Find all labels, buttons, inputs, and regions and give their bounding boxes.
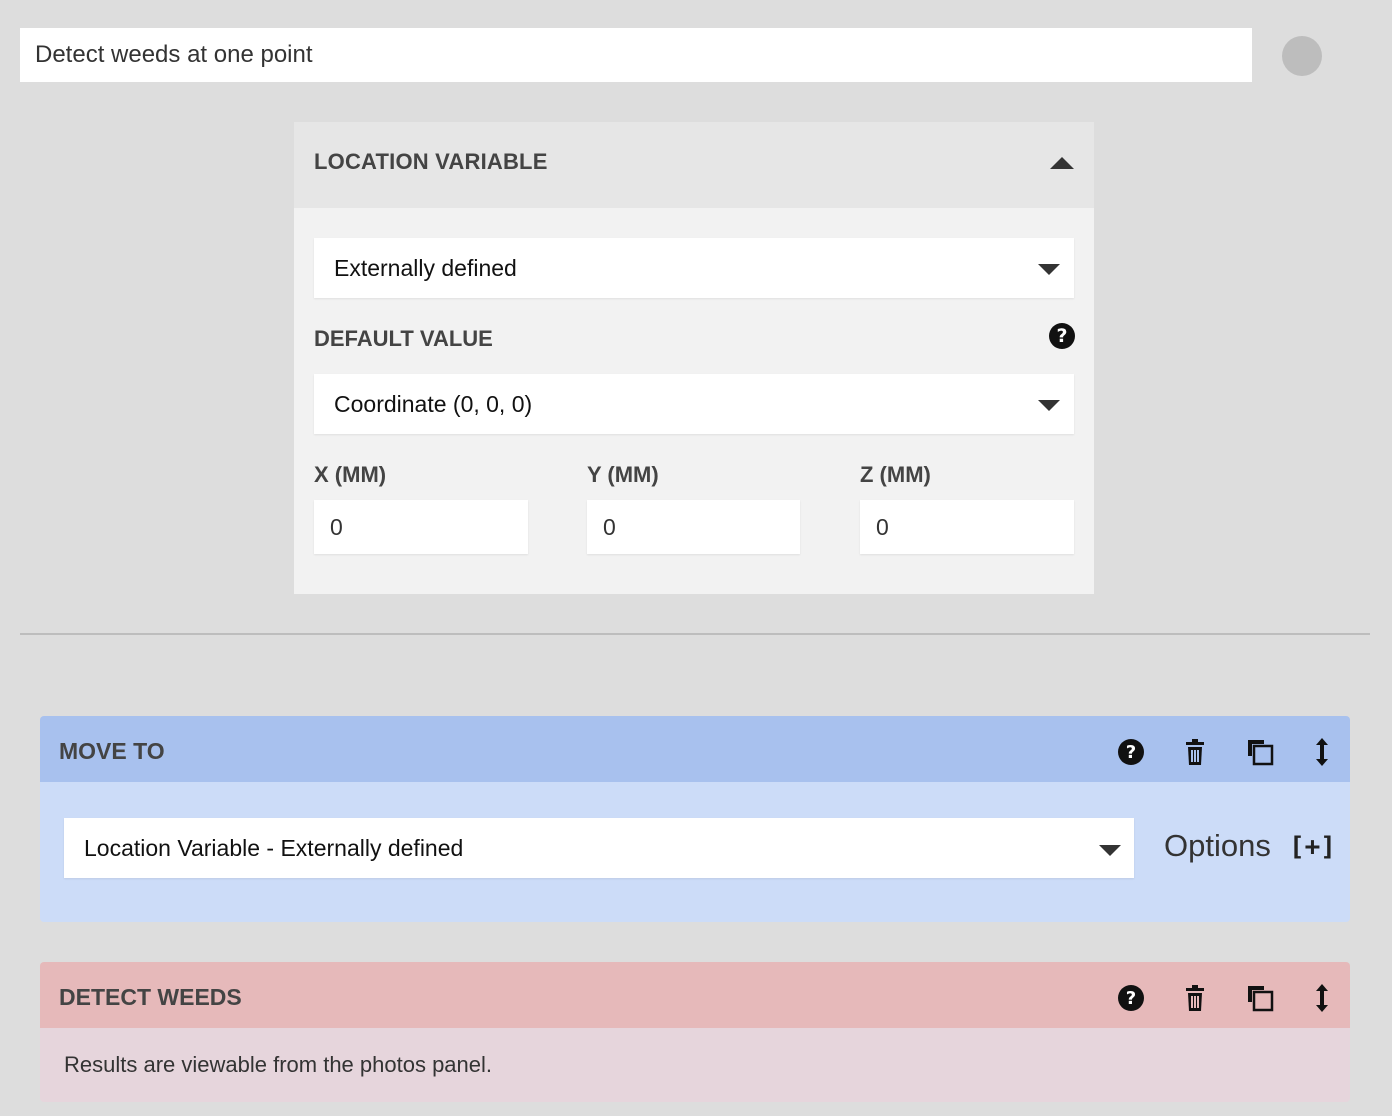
detect-weeds-step-header: DETECT WEEDS ? bbox=[40, 962, 1350, 1028]
move-to-location-selected: Location Variable - Externally defined bbox=[84, 818, 463, 878]
help-icon[interactable]: ? bbox=[1049, 323, 1075, 349]
z-coordinate-input[interactable] bbox=[860, 500, 1074, 554]
detect-weeds-step-body: Results are viewable from the photos pan… bbox=[40, 1028, 1350, 1102]
x-field-label: X (MM) bbox=[314, 462, 386, 488]
sequence-editor: LOCATION VARIABLE Externally defined DEF… bbox=[0, 0, 1392, 1116]
location-variable-header[interactable]: LOCATION VARIABLE bbox=[294, 122, 1094, 208]
default-value-dropdown[interactable]: Coordinate (0, 0, 0) bbox=[314, 374, 1074, 434]
x-coordinate-input[interactable] bbox=[314, 500, 528, 554]
svg-text:?: ? bbox=[1126, 742, 1136, 763]
move-to-step-body: Location Variable - Externally defined O… bbox=[40, 782, 1350, 922]
move-to-step-title: MOVE TO bbox=[59, 716, 165, 786]
chevron-down-icon bbox=[1038, 264, 1060, 275]
detect-weeds-step: DETECT WEEDS ? Results are viewable from… bbox=[40, 962, 1350, 1102]
chevron-down-icon bbox=[1038, 400, 1060, 411]
detect-weeds-description: Results are viewable from the photos pan… bbox=[64, 1052, 492, 1078]
sequence-name-input[interactable] bbox=[20, 28, 1252, 82]
y-coordinate-input[interactable] bbox=[587, 500, 800, 554]
trash-icon[interactable] bbox=[1180, 983, 1210, 1013]
duplicate-icon[interactable] bbox=[1245, 737, 1275, 767]
drag-handle-icon[interactable] bbox=[1307, 983, 1337, 1013]
trash-icon[interactable] bbox=[1180, 737, 1210, 767]
sequence-color-picker[interactable] bbox=[1282, 36, 1322, 76]
location-variable-title: LOCATION VARIABLE bbox=[314, 122, 548, 202]
section-divider bbox=[20, 633, 1370, 635]
help-icon[interactable]: ? bbox=[1116, 983, 1146, 1013]
variable-type-selected: Externally defined bbox=[334, 238, 517, 298]
default-value-label: DEFAULT VALUE bbox=[314, 326, 493, 352]
default-value-selected: Coordinate (0, 0, 0) bbox=[334, 374, 532, 434]
y-field-label: Y (MM) bbox=[587, 462, 659, 488]
collapse-caret-icon[interactable] bbox=[1050, 157, 1074, 169]
options-expand-button[interactable]: [+] bbox=[1289, 832, 1336, 862]
variable-type-dropdown[interactable]: Externally defined bbox=[314, 238, 1074, 298]
duplicate-icon[interactable] bbox=[1245, 983, 1275, 1013]
help-icon[interactable]: ? bbox=[1116, 737, 1146, 767]
options-toggle-label[interactable]: Options bbox=[1164, 828, 1271, 864]
move-to-step-header: MOVE TO ? bbox=[40, 716, 1350, 782]
drag-handle-icon[interactable] bbox=[1307, 737, 1337, 767]
move-to-step: MOVE TO ? Location Variable - Externally… bbox=[40, 716, 1350, 922]
detect-weeds-step-title: DETECT WEEDS bbox=[59, 962, 242, 1032]
svg-text:?: ? bbox=[1126, 988, 1136, 1009]
location-variable-panel: LOCATION VARIABLE Externally defined DEF… bbox=[294, 122, 1094, 594]
move-to-location-dropdown[interactable]: Location Variable - Externally defined bbox=[64, 818, 1134, 878]
chevron-down-icon bbox=[1099, 845, 1121, 856]
z-field-label: Z (MM) bbox=[860, 462, 931, 488]
